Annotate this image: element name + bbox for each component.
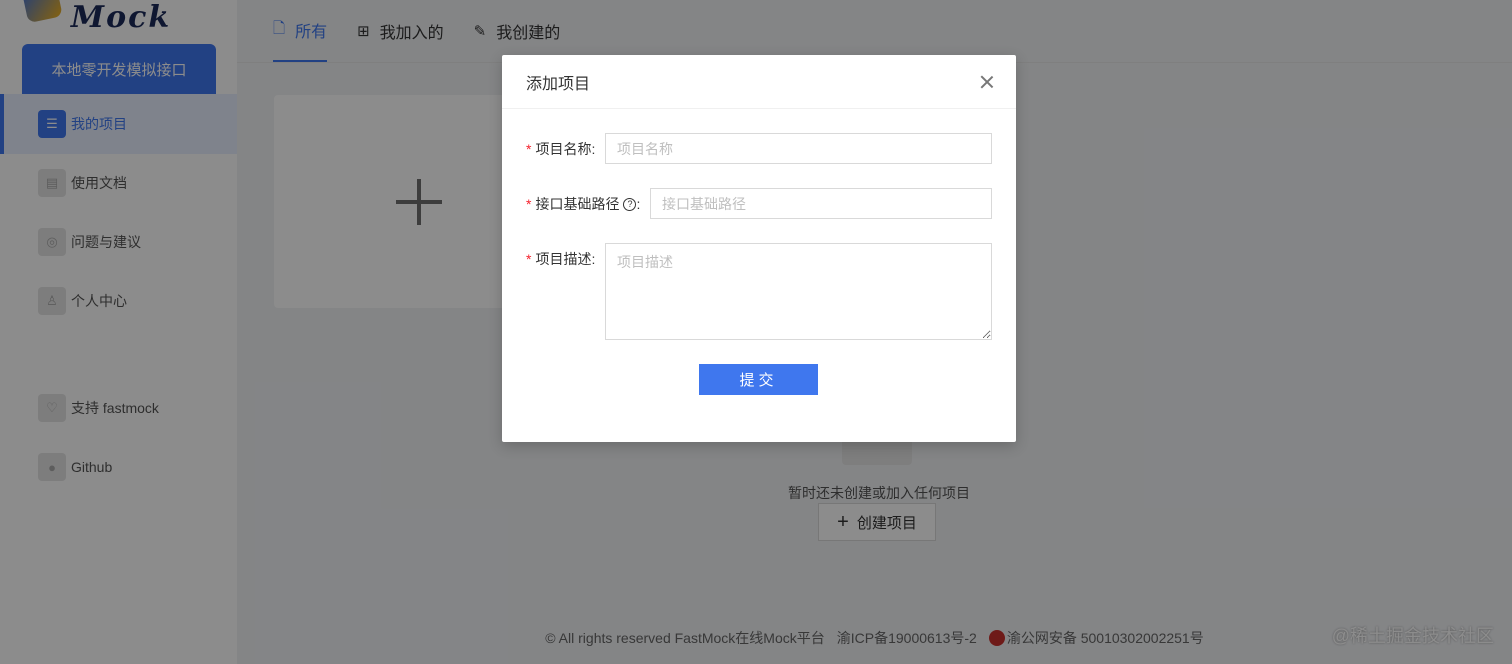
label-colon: :: [591, 251, 596, 267]
base-path-label: * 接口基础路径 ?:: [526, 194, 640, 214]
project-name-input[interactable]: [605, 133, 992, 164]
required-mark: *: [526, 141, 532, 157]
base-path-label-text: 接口基础路径: [535, 196, 620, 212]
description-label: * 项目描述:: [526, 249, 595, 269]
project-name-label-text: 项目名称: [535, 141, 592, 157]
add-project-modal: 添加项目 * 项目名称: * 接口基础路径 ?: * 项目描述: 提交: [502, 55, 1016, 442]
submit-button[interactable]: 提交: [699, 364, 818, 395]
modal-title: 添加项目: [526, 75, 591, 93]
help-icon[interactable]: ?: [623, 197, 637, 211]
modal-header: 添加项目: [502, 55, 1016, 109]
required-mark: *: [526, 251, 532, 267]
label-colon: :: [591, 141, 596, 157]
description-label-text: 项目描述: [535, 251, 592, 267]
required-mark: *: [526, 196, 532, 212]
description-textarea[interactable]: [605, 243, 992, 340]
close-icon[interactable]: [976, 71, 998, 93]
project-name-label: * 项目名称:: [526, 139, 595, 159]
base-path-input[interactable]: [650, 188, 992, 219]
label-colon: :: [636, 196, 641, 212]
